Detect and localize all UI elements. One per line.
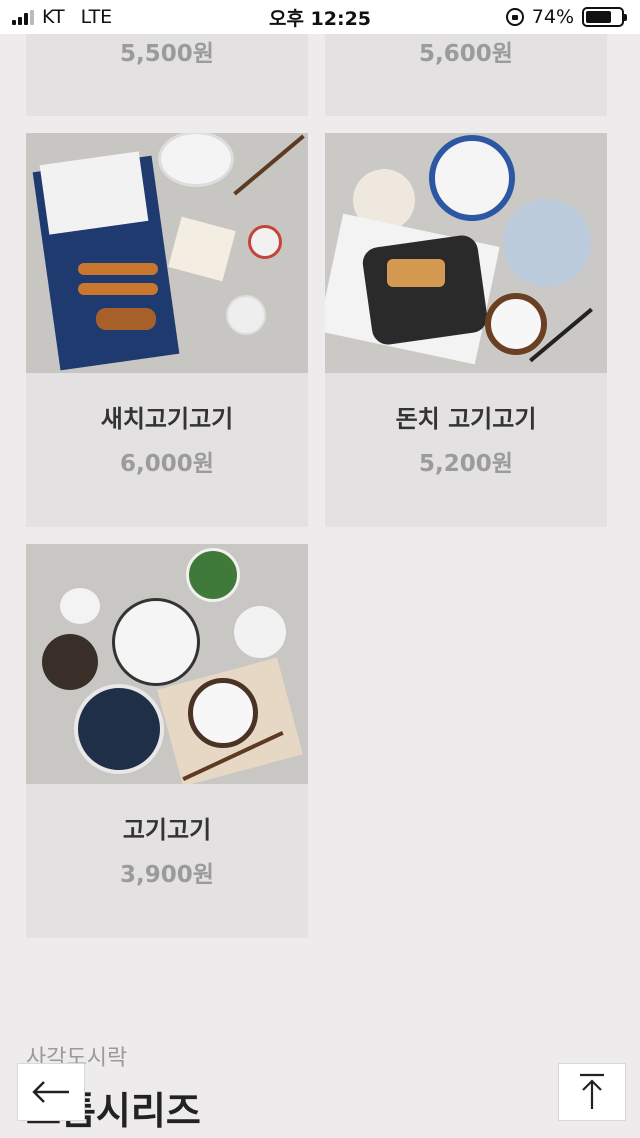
signal-icon bbox=[12, 9, 34, 25]
product-price: 3,900원 bbox=[120, 862, 214, 888]
rotation-lock-icon bbox=[505, 8, 524, 26]
product-card[interactable]: 돈치 고기고기 5,200원 bbox=[325, 133, 607, 527]
product-name: 새치고기고기 bbox=[100, 405, 234, 433]
product-price: 5,200원 bbox=[419, 451, 513, 477]
status-right: 74% bbox=[505, 6, 627, 28]
product-price: 6,000원 bbox=[120, 451, 214, 477]
arrow-left-icon bbox=[32, 1081, 69, 1103]
status-bar: KT LTE 오후 12:25 74% bbox=[0, 0, 640, 34]
arrow-up-icon bbox=[580, 1073, 604, 1109]
network-label: LTE bbox=[80, 6, 113, 28]
product-image[interactable] bbox=[26, 133, 308, 373]
product-image[interactable] bbox=[325, 133, 607, 373]
product-card[interactable]: 새치고기고기 6,000원 bbox=[26, 133, 308, 527]
carrier-label: KT bbox=[42, 6, 65, 28]
product-price: 5,600원 bbox=[419, 41, 513, 67]
product-price: 5,500원 bbox=[120, 41, 214, 67]
battery-icon bbox=[582, 7, 627, 27]
back-button[interactable] bbox=[17, 1063, 85, 1121]
product-card[interactable]: 5,600원 bbox=[325, 34, 607, 116]
status-left: KT LTE bbox=[12, 6, 112, 28]
product-card[interactable]: 5,500원 bbox=[26, 34, 308, 116]
battery-fill bbox=[586, 11, 612, 23]
product-image[interactable] bbox=[26, 544, 308, 784]
scroll-top-button[interactable] bbox=[558, 1063, 626, 1121]
product-card[interactable]: 고기고기 3,900원 bbox=[26, 544, 308, 938]
product-name: 고기고기 bbox=[122, 816, 212, 844]
product-name: 돈치 고기고기 bbox=[395, 405, 537, 433]
battery-percent: 74% bbox=[531, 6, 574, 28]
